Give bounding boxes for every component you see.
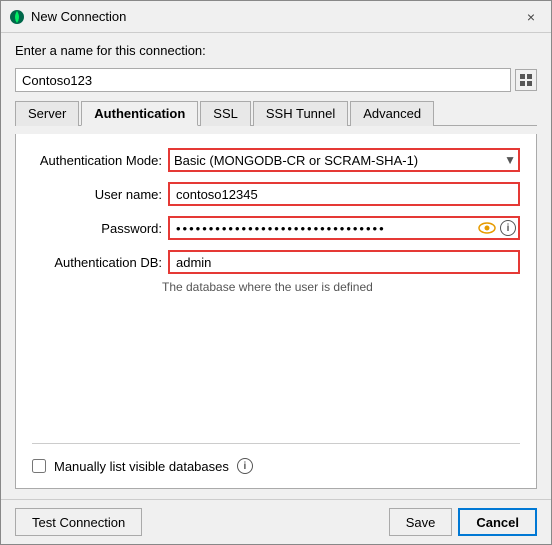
username-row: User name: [32, 182, 520, 206]
dialog-title: New Connection [31, 9, 126, 24]
auth-db-input-wrap [168, 250, 520, 274]
username-input[interactable] [168, 182, 520, 206]
manually-list-label: Manually list visible databases [54, 459, 229, 474]
connection-name-label: Enter a name for this connection: [15, 43, 537, 58]
tab-ssh-tunnel[interactable]: SSH Tunnel [253, 101, 348, 126]
auth-db-hint: The database where the user is defined [32, 280, 520, 294]
tab-server[interactable]: Server [15, 101, 79, 126]
title-bar-left: New Connection [9, 9, 126, 25]
manually-list-checkbox[interactable] [32, 459, 46, 473]
username-label: User name: [32, 187, 162, 202]
grid-icon-button[interactable] [515, 69, 537, 91]
password-input-wrap: i [168, 216, 520, 240]
manually-list-info-icon[interactable]: i [237, 458, 253, 474]
password-info-icon[interactable]: i [500, 220, 516, 236]
grid-icon [520, 74, 532, 86]
auth-db-input[interactable] [168, 250, 520, 274]
auth-mode-select-wrap: None Basic (MONGODB-CR or SCRAM-SHA-1) L… [168, 148, 520, 172]
title-bar: New Connection × [1, 1, 551, 33]
dialog-body: Enter a name for this connection: Server… [1, 33, 551, 499]
close-button[interactable]: × [519, 5, 543, 29]
save-button[interactable]: Save [389, 508, 453, 536]
cancel-button[interactable]: Cancel [458, 508, 537, 536]
footer: Test Connection Save Cancel [1, 499, 551, 544]
new-connection-dialog: New Connection × Enter a name for this c… [0, 0, 552, 545]
connection-name-row [15, 68, 537, 92]
password-input[interactable] [168, 216, 520, 240]
password-row: Password: i [32, 216, 520, 240]
password-icons: i [478, 219, 516, 237]
tab-bar: Server Authentication SSL SSH Tunnel Adv… [15, 100, 537, 126]
tab-ssl[interactable]: SSL [200, 101, 251, 126]
spacer [32, 304, 520, 429]
auth-mode-row: Authentication Mode: None Basic (MONGODB… [32, 148, 520, 172]
tab-authentication[interactable]: Authentication [81, 101, 198, 126]
tab-advanced[interactable]: Advanced [350, 101, 434, 126]
eye-icon [478, 221, 496, 235]
footer-right: Save Cancel [389, 508, 537, 536]
auth-db-row: Authentication DB: [32, 250, 520, 274]
app-icon [9, 9, 25, 25]
password-label: Password: [32, 221, 162, 236]
auth-mode-label: Authentication Mode: [32, 153, 162, 168]
connection-name-input[interactable] [15, 68, 511, 92]
test-connection-button[interactable]: Test Connection [15, 508, 142, 536]
username-input-wrap [168, 182, 520, 206]
toggle-password-button[interactable] [478, 219, 496, 237]
auth-db-label: Authentication DB: [32, 255, 162, 270]
tab-content-authentication: Authentication Mode: None Basic (MONGODB… [15, 134, 537, 489]
separator [32, 443, 520, 444]
auth-mode-select[interactable]: None Basic (MONGODB-CR or SCRAM-SHA-1) L… [168, 148, 520, 172]
manually-list-row: Manually list visible databases i [32, 458, 520, 474]
